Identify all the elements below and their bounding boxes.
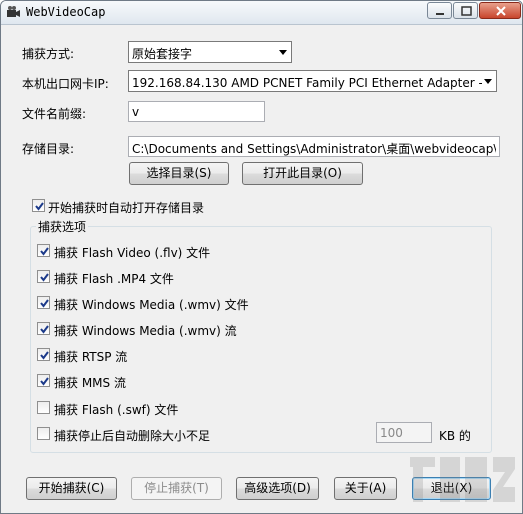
start-capture-button[interactable]: 开始捕获(C) (26, 477, 117, 500)
checkmark-icon (40, 273, 49, 282)
capture-mode-label: 捕获方式: (22, 47, 75, 61)
auto-delete-label: 捕获停止后自动删除大小不足 (54, 429, 211, 443)
select-dir-button[interactable]: 选择目录(S) (129, 162, 229, 185)
auto-open-checkbox[interactable] (32, 199, 45, 212)
swf-checkbox[interactable] (37, 401, 50, 414)
file-prefix-value: v (132, 105, 140, 119)
minimize-icon (436, 13, 444, 15)
close-button[interactable] (479, 2, 521, 19)
checkmark-icon (35, 202, 44, 211)
wmv-file-label: 捕获 Windows Media (.wmv) 文件 (54, 298, 249, 312)
nic-ip-value: 192.168.84.130 AMD PCNET Family PCI Ethe… (132, 76, 482, 90)
app-camera-icon (7, 6, 20, 17)
mms-label: 捕获 MMS 流 (54, 376, 126, 390)
window-title: WebVideoCap (26, 5, 106, 19)
capture-mode-select[interactable]: 原始套接字 (128, 41, 292, 63)
file-prefix-label: 文件名前缀: (22, 107, 87, 121)
advanced-options-button[interactable]: 高级选项(D) (236, 477, 319, 500)
rtsp-checkbox[interactable] (37, 348, 50, 361)
capture-mode-value: 原始套接字 (132, 47, 193, 61)
open-dir-button[interactable]: 打开此目录(O) (242, 162, 363, 185)
wmv-file-checkbox[interactable] (37, 296, 50, 309)
checkmark-icon (40, 377, 49, 386)
swf-label: 捕获 Flash (.swf) 文件 (54, 403, 179, 417)
nic-ip-label: 本机出口网卡IP: (22, 77, 109, 91)
file-prefix-input[interactable]: v (128, 101, 265, 122)
mms-checkbox[interactable] (37, 374, 50, 387)
mp4-label: 捕获 Flash .MP4 文件 (54, 272, 174, 286)
storage-dir-input[interactable]: C:\Documents and Settings\Administrator\… (128, 136, 500, 157)
checkmark-icon (40, 247, 49, 256)
capture-options-title: 捕获选项 (36, 218, 89, 235)
watermark-logo (410, 457, 515, 502)
flv-label: 捕获 Flash Video (.flv) 文件 (54, 246, 211, 260)
auto-delete-checkbox[interactable] (37, 427, 50, 440)
about-button[interactable]: 关于(A) (334, 477, 397, 500)
min-size-value: 100 (380, 426, 403, 440)
checkmark-icon (40, 299, 49, 308)
title-bar[interactable]: WebVideoCap (1, 1, 522, 25)
minimize-button[interactable] (427, 2, 452, 19)
storage-dir-label: 存储目录: (22, 142, 75, 156)
stop-capture-button[interactable]: 停止捕获(T) (131, 477, 222, 500)
maximize-icon (461, 6, 472, 16)
min-size-unit-label: KB 的 (439, 429, 471, 443)
flv-checkbox[interactable] (37, 244, 50, 257)
chevron-down-icon (279, 50, 287, 55)
mp4-checkbox[interactable] (37, 270, 50, 283)
chevron-down-icon (484, 79, 492, 84)
main-window: WebVideoCap 捕获方式: 原始套接字 本机出口网卡IP: 192.16… (0, 0, 523, 514)
wmv-stream-label: 捕获 Windows Media (.wmv) 流 (54, 324, 237, 338)
checkmark-icon (40, 351, 49, 360)
maximize-button[interactable] (453, 2, 478, 19)
storage-dir-value: C:\Documents and Settings\Administrator\… (132, 142, 496, 156)
auto-open-label: 开始捕获时自动打开存储目录 (48, 201, 205, 215)
rtsp-label: 捕获 RTSP 流 (54, 350, 128, 364)
wmv-stream-checkbox[interactable] (37, 322, 50, 335)
checkmark-icon (40, 325, 49, 334)
close-icon (496, 6, 506, 16)
min-size-input[interactable]: 100 (376, 422, 432, 443)
nic-ip-select[interactable]: 192.168.84.130 AMD PCNET Family PCI Ethe… (128, 70, 497, 92)
